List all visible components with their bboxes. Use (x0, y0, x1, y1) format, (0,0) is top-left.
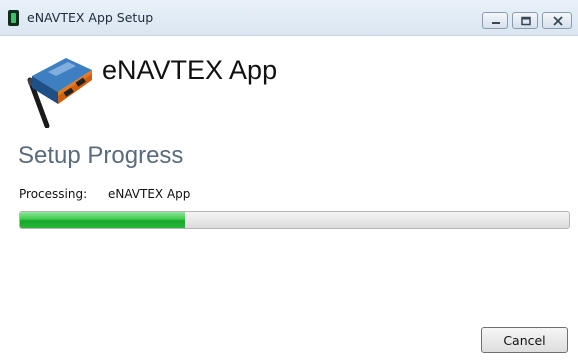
maximize-icon (521, 16, 531, 26)
processing-label: Processing: (19, 187, 88, 201)
cancel-button[interactable]: Cancel (481, 327, 568, 353)
title-bar: eNAVTEX App Setup (0, 0, 578, 36)
app-window-icon (8, 10, 19, 26)
processing-item: eNAVTEX App (108, 187, 191, 201)
maximize-button[interactable] (512, 12, 538, 29)
page-title: Setup Progress (18, 142, 184, 169)
device-with-antenna-logo (18, 46, 94, 129)
app-name-heading: eNAVTEX App (102, 55, 278, 85)
close-button[interactable] (542, 12, 572, 29)
minimize-button[interactable] (482, 12, 508, 29)
close-icon (553, 16, 563, 26)
progress-bar-fill (20, 212, 185, 228)
minimize-icon (492, 22, 500, 24)
progress-bar (19, 211, 570, 229)
window-title: eNAVTEX App Setup (27, 10, 154, 25)
